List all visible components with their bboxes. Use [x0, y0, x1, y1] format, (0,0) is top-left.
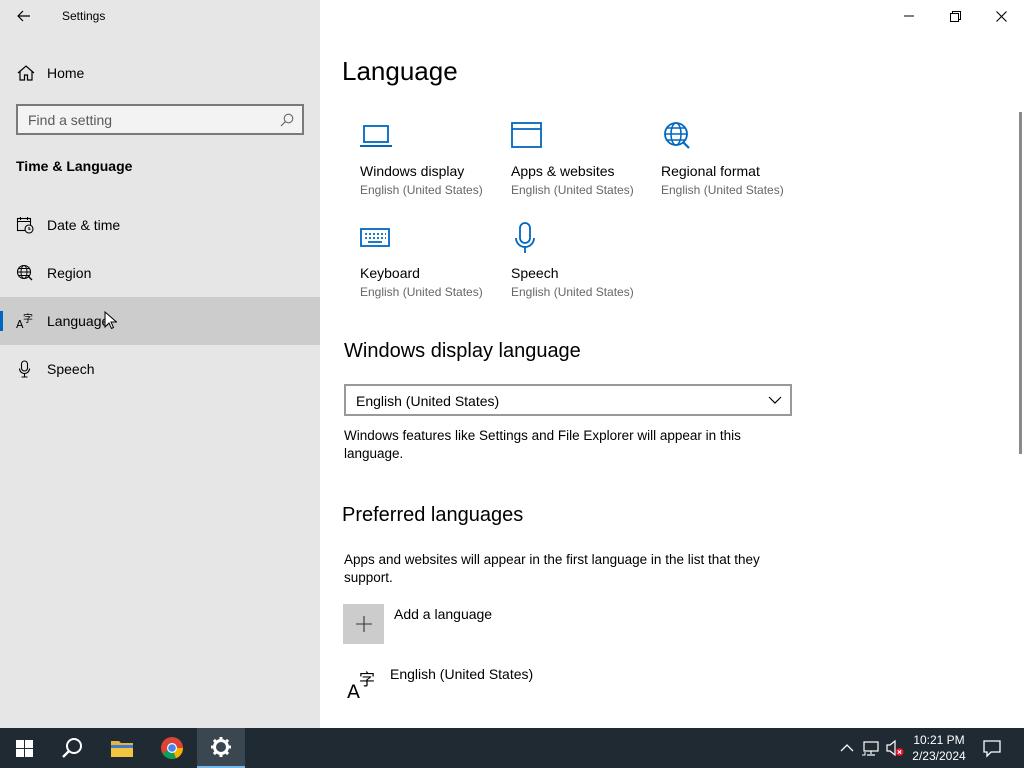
- notification-center-icon[interactable]: [982, 738, 1002, 758]
- microphone-icon: [515, 222, 535, 253]
- home-icon: [17, 65, 35, 81]
- mouse-cursor-icon: [104, 311, 117, 330]
- sidebar-item-language[interactable]: A 字 Language: [0, 297, 320, 345]
- language-list-item[interactable]: A 字 English (United States): [343, 664, 643, 704]
- chevron-down-icon: [768, 396, 782, 404]
- start-button[interactable]: [0, 728, 48, 768]
- network-icon[interactable]: [862, 739, 880, 757]
- sidebar-item-label: Language: [47, 313, 110, 329]
- volume-muted-icon[interactable]: [886, 739, 904, 757]
- section-heading-display-language: Windows display language: [344, 340, 581, 362]
- sidebar-item-speech[interactable]: Speech: [0, 345, 320, 393]
- sidebar-item-label: Date & time: [47, 217, 121, 233]
- globe-icon: [16, 264, 33, 281]
- settings-taskbar-button[interactable]: [197, 728, 245, 768]
- plus-icon-box: [343, 604, 384, 644]
- file-explorer-button[interactable]: [98, 728, 146, 768]
- sidebar-item-label: Home: [47, 65, 85, 81]
- taskbar: 10:21 PM 2/23/2024: [0, 728, 1024, 768]
- search-taskbar-button[interactable]: [48, 728, 96, 768]
- restore-button[interactable]: [932, 0, 978, 32]
- page-title: Language: [342, 56, 458, 86]
- search-box[interactable]: [16, 104, 304, 135]
- language-name: English (United States): [390, 666, 534, 682]
- sidebar: Settings Home Time & Language Date & tim…: [0, 0, 320, 728]
- laptop-icon: [360, 125, 392, 147]
- display-language-description: Windows features like Settings and File …: [344, 428, 741, 461]
- tile-subtitle: English (United States): [360, 183, 483, 197]
- taskbar-clock[interactable]: 10:21 PM 2/23/2024: [904, 732, 974, 764]
- app-title: Settings: [62, 9, 106, 23]
- search-input[interactable]: [18, 106, 302, 133]
- windows-logo-icon: [15, 739, 33, 757]
- restore-icon: [949, 10, 961, 22]
- chevron-up-icon[interactable]: [838, 739, 856, 757]
- sidebar-item-home[interactable]: Home: [0, 56, 320, 90]
- section-title: Time & Language: [16, 158, 133, 174]
- tile-subtitle: English (United States): [511, 183, 634, 197]
- tile-subtitle: English (United States): [661, 183, 784, 197]
- tile-subtitle: English (United States): [511, 285, 634, 299]
- tile-subtitle: English (United States): [360, 285, 483, 299]
- tile-name: Keyboard: [360, 265, 420, 281]
- gear-icon: [211, 737, 231, 757]
- tile-speech[interactable]: Speech English (United States): [511, 222, 661, 312]
- clock-time: 10:21 PM: [913, 733, 965, 747]
- language-icon: A 字: [16, 312, 33, 330]
- minimize-icon: [904, 15, 914, 17]
- svg-text:字: 字: [23, 312, 33, 325]
- microphone-icon: [18, 360, 31, 378]
- dropdown-value: English (United States): [356, 393, 500, 409]
- sidebar-item-label: Region: [47, 265, 92, 281]
- tile-regional-format[interactable]: Regional format English (United States): [661, 120, 811, 210]
- tile-name: Windows display: [360, 163, 465, 179]
- tile-name: Regional format: [661, 163, 760, 179]
- section-heading-preferred-languages: Preferred languages: [342, 504, 524, 526]
- selection-indicator: [0, 311, 3, 331]
- tile-windows-display[interactable]: Windows display English (United States): [360, 120, 510, 210]
- sidebar-item-label: Speech: [47, 361, 95, 377]
- clock-date: 2/23/2024: [912, 749, 966, 763]
- scrollbar-thumb[interactable]: [1019, 112, 1022, 454]
- minimize-button[interactable]: [886, 0, 932, 32]
- tile-name: Apps & websites: [511, 163, 615, 179]
- add-language-button[interactable]: Add a language: [343, 604, 643, 644]
- svg-text:字: 字: [359, 670, 375, 689]
- back-arrow-icon: [17, 10, 30, 22]
- calendar-clock-icon: [16, 217, 34, 234]
- tile-apps-websites[interactable]: Apps & websites English (United States): [511, 120, 661, 210]
- display-language-dropdown[interactable]: English (United States): [344, 384, 792, 416]
- chrome-icon: [161, 737, 184, 760]
- preferred-languages-description: Apps and websites will appear in the fir…: [344, 552, 760, 585]
- plus-icon: [355, 616, 372, 632]
- sidebar-item-region[interactable]: Region: [0, 249, 320, 297]
- search-icon: [62, 738, 82, 758]
- language-icon: A 字: [347, 670, 375, 702]
- sidebar-item-date-time[interactable]: Date & time: [0, 201, 320, 249]
- folder-icon: [111, 741, 133, 757]
- chrome-button[interactable]: [148, 728, 196, 768]
- close-button[interactable]: [978, 0, 1024, 32]
- close-icon: [995, 10, 1007, 22]
- keyboard-icon: [360, 228, 390, 247]
- back-button[interactable]: [8, 2, 40, 30]
- search-icon[interactable]: [280, 113, 294, 127]
- add-language-label: Add a language: [394, 606, 493, 622]
- tile-name: Speech: [511, 265, 559, 281]
- tile-keyboard[interactable]: Keyboard English (United States): [360, 222, 510, 312]
- globe-icon: [664, 122, 690, 149]
- browser-window-icon: [511, 122, 542, 148]
